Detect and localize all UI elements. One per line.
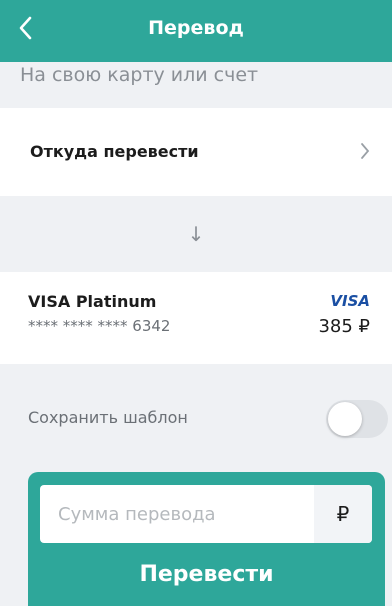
currency-label: ₽ — [314, 485, 372, 543]
transfer-direction: ↓ — [0, 200, 392, 268]
page-title: Перевод — [148, 17, 244, 39]
amount-input[interactable] — [40, 485, 313, 543]
toggle-knob — [328, 402, 362, 436]
card-balance: 385 ₽ — [318, 316, 370, 337]
card-number: **** **** **** 6342 — [28, 317, 171, 335]
chevron-right-icon — [360, 138, 370, 166]
page-subtitle: На свою карту или счет — [20, 64, 259, 86]
save-template-label: Сохранить шаблон — [28, 408, 188, 427]
from-account-label: Откуда перевести — [30, 142, 199, 161]
header-bar: Перевод — [0, 0, 392, 62]
destination-card[interactable]: VISA Platinum **** **** **** 6342 VISA 3… — [0, 272, 392, 364]
card-name: VISA Platinum — [28, 292, 157, 311]
amount-field: ₽ — [40, 485, 372, 543]
transfer-button[interactable]: Перевести — [28, 562, 385, 587]
from-account-selector[interactable]: Откуда перевести — [0, 108, 392, 196]
save-template-toggle[interactable] — [326, 400, 388, 438]
arrow-down-icon: ↓ — [187, 222, 205, 246]
visa-logo: VISA — [330, 292, 370, 310]
transfer-panel: ₽ Перевести — [28, 472, 385, 606]
